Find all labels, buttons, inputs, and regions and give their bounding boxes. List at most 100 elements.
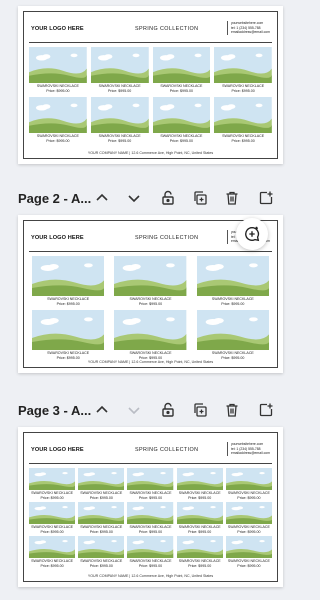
product-card[interactable]: SWAROVSKI NECKLACE Price: $995.00 xyxy=(90,97,149,144)
product-card[interactable]: SWAROVSKI NECKLACE Price: $995.00 xyxy=(29,502,76,535)
product-price: Price: $995.00 xyxy=(231,139,255,143)
landscape-image-placeholder[interactable] xyxy=(114,310,187,350)
trash-icon[interactable] xyxy=(222,188,242,208)
unlock-icon[interactable] xyxy=(158,188,178,208)
landscape-image-placeholder[interactable] xyxy=(176,536,223,558)
landscape-image-placeholder[interactable] xyxy=(78,502,125,524)
sheet-footer: YOUR COMPANY NAME | 12.6 Commerce Ave, H… xyxy=(87,360,214,364)
product-price: Price: $995.00 xyxy=(40,496,64,500)
landscape-image-placeholder[interactable] xyxy=(29,536,76,558)
product-card[interactable]: SWAROVSKI NECKLACE Price: $995.00 xyxy=(196,310,269,361)
landscape-image-placeholder[interactable] xyxy=(214,47,272,83)
landscape-image-placeholder[interactable] xyxy=(32,256,105,296)
landscape-image-placeholder[interactable] xyxy=(127,468,174,490)
product-card[interactable]: SWAROVSKI NECKLACE Price: $995.00 xyxy=(29,47,87,94)
product-price: Price: $995.00 xyxy=(169,89,193,93)
product-card[interactable]: SWAROVSKI NECKLACE Price: $995.00 xyxy=(78,536,125,569)
landscape-image-placeholder[interactable] xyxy=(29,468,76,490)
product-price: Price: $995.00 xyxy=(89,530,113,534)
product-card[interactable]: SWAROVSKI NECKLACE Price: $995.00 xyxy=(114,256,187,307)
product-card[interactable]: SWAROVSKI NECKLACE Price: $995.00 xyxy=(78,502,125,535)
product-card[interactable]: SWAROVSKI NECKLACE Price: $995.00 xyxy=(32,310,105,361)
landscape-image-placeholder[interactable] xyxy=(176,502,223,524)
landscape-image-placeholder[interactable] xyxy=(127,536,174,558)
page-3-canvas[interactable]: YOUR LOGO HERE SPRING COLLECTION yourweb… xyxy=(18,427,283,587)
product-card[interactable]: SWAROVSKI NECKLACE Price: $995.00 xyxy=(127,468,174,501)
landscape-image-placeholder[interactable] xyxy=(78,468,125,490)
sheet-footer: YOUR COMPANY NAME | 12.6 Commerce Ave, H… xyxy=(87,151,214,155)
product-price: Price: $995.00 xyxy=(89,564,113,568)
landscape-image-placeholder[interactable] xyxy=(196,256,269,296)
product-card[interactable]: SWAROVSKI NECKLACE Price: $995.00 xyxy=(29,97,87,144)
chevron-up-icon[interactable] xyxy=(92,188,112,208)
product-price: Price: $995.00 xyxy=(188,530,212,534)
product-card[interactable]: SWAROVSKI NECKLACE Price: $995.00 xyxy=(225,536,272,569)
product-price: Price: $995.00 xyxy=(237,564,261,568)
landscape-image-placeholder[interactable] xyxy=(196,310,269,350)
product-price: Price: $995.00 xyxy=(40,530,64,534)
landscape-image-placeholder[interactable] xyxy=(214,97,272,133)
page-1-canvas[interactable]: YOUR LOGO HERE SPRING COLLECTION yourweb… xyxy=(18,6,283,164)
product-card[interactable]: SWAROVSKI NECKLACE Price: $995.00 xyxy=(214,47,272,94)
landscape-image-placeholder[interactable] xyxy=(90,47,149,83)
product-card[interactable]: SWAROVSKI NECKLACE Price: $995.00 xyxy=(127,536,174,569)
duplicate-page-icon[interactable] xyxy=(190,400,210,420)
product-card[interactable]: SWAROVSKI NECKLACE Price: $995.00 xyxy=(90,47,149,94)
landscape-image-placeholder[interactable] xyxy=(152,97,211,133)
page-2-title[interactable]: Page 2 - A... xyxy=(18,191,91,206)
product-card[interactable]: SWAROVSKI NECKLACE Price: $995.00 xyxy=(214,97,272,144)
landscape-image-placeholder[interactable] xyxy=(32,310,105,350)
product-card[interactable]: SWAROVSKI NECKLACE Price: $995.00 xyxy=(176,502,223,535)
contact-email: emailaddress@email.com xyxy=(230,30,270,35)
product-price: Price: $995.00 xyxy=(56,302,80,306)
product-card[interactable]: SWAROVSKI NECKLACE Price: $995.00 xyxy=(152,47,211,94)
landscape-image-placeholder[interactable] xyxy=(127,502,174,524)
product-price: Price: $995.00 xyxy=(108,139,132,143)
product-card[interactable]: SWAROVSKI NECKLACE Price: $995.00 xyxy=(225,502,272,535)
product-card[interactable]: SWAROVSKI NECKLACE Price: $995.00 xyxy=(225,468,272,501)
landscape-image-placeholder[interactable] xyxy=(29,97,87,133)
landscape-image-placeholder[interactable] xyxy=(78,536,125,558)
product-card[interactable]: SWAROVSKI NECKLACE Price: $995.00 xyxy=(176,468,223,501)
landscape-image-placeholder[interactable] xyxy=(152,47,211,83)
landscape-image-placeholder[interactable] xyxy=(29,502,76,524)
product-price: Price: $995.00 xyxy=(237,530,261,534)
product-grid: SWAROVSKI NECKLACE Price: $995.00 SWAROVSK… xyxy=(29,468,272,569)
landscape-image-placeholder[interactable] xyxy=(114,256,187,296)
sheet-header: YOUR LOGO HERE SPRING COLLECTION yourweb… xyxy=(29,17,272,43)
sheet-footer: YOUR COMPANY NAME | 12.6 Commerce Ave, H… xyxy=(87,574,214,578)
landscape-image-placeholder[interactable] xyxy=(225,468,272,490)
product-price: Price: $995.00 xyxy=(138,530,163,534)
add-comment-button[interactable] xyxy=(236,218,268,250)
product-card[interactable]: SWAROVSKI NECKLACE Price: $995.00 xyxy=(78,468,125,501)
product-card[interactable]: SWAROVSKI NECKLACE Price: $995.00 xyxy=(29,468,76,501)
product-price: Price: $995.00 xyxy=(138,564,163,568)
landscape-image-placeholder[interactable] xyxy=(29,47,87,83)
product-card[interactable]: SWAROVSKI NECKLACE Price: $995.00 xyxy=(176,536,223,569)
product-card[interactable]: SWAROVSKI NECKLACE Price: $995.00 xyxy=(29,536,76,569)
add-page-icon[interactable] xyxy=(256,400,276,420)
landscape-image-placeholder[interactable] xyxy=(225,502,272,524)
page-3-title[interactable]: Page 3 - A... xyxy=(18,403,91,418)
add-page-icon[interactable] xyxy=(256,188,276,208)
landscape-image-placeholder[interactable] xyxy=(90,97,149,133)
product-price: Price: $995.00 xyxy=(188,564,212,568)
product-card[interactable]: SWAROVSKI NECKLACE Price: $995.00 xyxy=(196,256,269,307)
product-price: Price: $995.00 xyxy=(188,496,212,500)
page-frame: YOUR LOGO HERE SPRING COLLECTION yourweb… xyxy=(23,432,278,582)
duplicate-page-icon[interactable] xyxy=(190,188,210,208)
sheet-header: YOUR LOGO HERE SPRING COLLECTION yourweb… xyxy=(29,438,272,464)
landscape-image-placeholder[interactable] xyxy=(225,536,272,558)
product-card[interactable]: SWAROVSKI NECKLACE Price: $995.00 xyxy=(152,97,211,144)
collection-title: SPRING COLLECTION xyxy=(135,26,199,32)
unlock-icon[interactable] xyxy=(158,400,178,420)
chevron-down-icon[interactable] xyxy=(124,188,144,208)
product-price: Price: $995.00 xyxy=(231,89,255,93)
product-card[interactable]: SWAROVSKI NECKLACE Price: $995.00 xyxy=(127,502,174,535)
chevron-up-icon[interactable] xyxy=(92,400,112,420)
landscape-image-placeholder[interactable] xyxy=(176,468,223,490)
product-price: Price: $995.00 xyxy=(138,302,163,306)
product-card[interactable]: SWAROVSKI NECKLACE Price: $995.00 xyxy=(32,256,105,307)
trash-icon[interactable] xyxy=(222,400,242,420)
product-card[interactable]: SWAROVSKI NECKLACE Price: $995.00 xyxy=(114,310,187,361)
